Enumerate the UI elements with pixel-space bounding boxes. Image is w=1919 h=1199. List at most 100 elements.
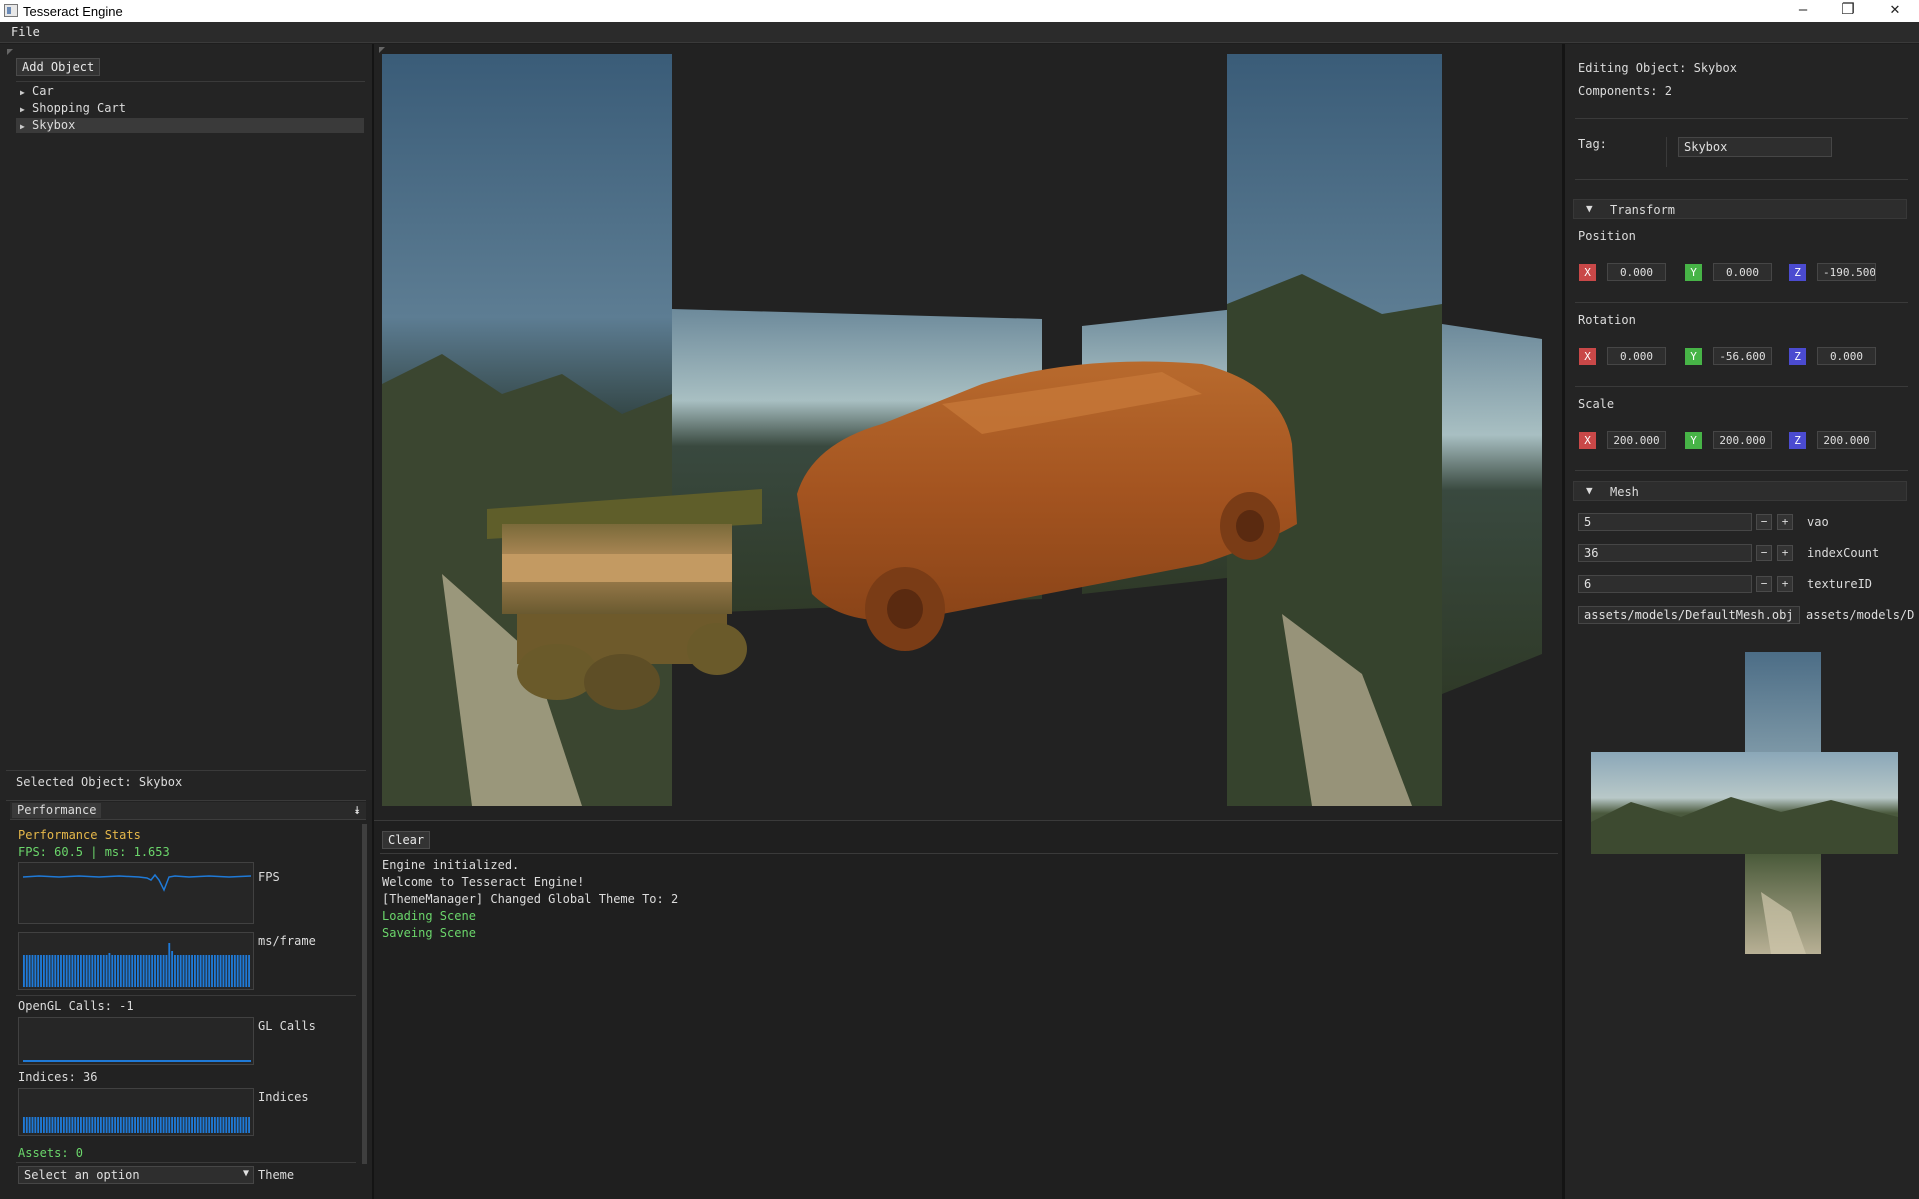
divider	[16, 81, 365, 82]
graph-bar	[108, 1117, 111, 1133]
rotation-y-field[interactable]: -56.600	[1713, 347, 1772, 365]
graph-bar	[62, 1117, 65, 1133]
tab-performance[interactable]: Performance	[12, 803, 102, 818]
graph-bar	[228, 955, 231, 987]
gl-calls-graph	[18, 1017, 254, 1065]
graph-bar	[40, 955, 42, 987]
scrollbar[interactable]	[362, 824, 367, 1164]
tree-item-skybox[interactable]: ▶ Skybox	[16, 118, 364, 133]
graph-bar	[80, 955, 82, 987]
graph-bar	[23, 955, 25, 987]
scale-z-field[interactable]: 200.000	[1817, 431, 1876, 449]
graph-bar	[88, 1117, 91, 1133]
index-count-field[interactable]: 36	[1578, 544, 1752, 562]
vao-increment-button[interactable]: +	[1777, 514, 1793, 530]
graph-bar	[233, 955, 236, 987]
graph-bar	[199, 955, 202, 987]
graph-bar	[97, 1117, 99, 1133]
performance-heading: Performance Stats	[18, 828, 141, 842]
graph-bar	[42, 1117, 45, 1133]
graph-bar	[57, 1117, 60, 1133]
indices-text: Indices: 36	[18, 1070, 98, 1084]
graph-bar	[225, 955, 228, 987]
graph-bar	[54, 1117, 57, 1133]
graph-bar	[228, 1117, 231, 1133]
graph-bar	[51, 1117, 54, 1133]
graph-bar	[23, 1117, 25, 1133]
ms-frame-graph	[18, 932, 254, 990]
graph-bar	[37, 1117, 40, 1133]
position-y-field[interactable]: 0.000	[1713, 263, 1772, 281]
scene-viewport[interactable]	[374, 44, 1562, 820]
mesh-header[interactable]: ▼ Mesh	[1573, 481, 1907, 501]
graph-bar	[128, 955, 131, 987]
fps-graph-label: FPS	[258, 870, 280, 884]
scale-x-axis: X	[1579, 432, 1596, 449]
graph-bar	[151, 955, 154, 987]
components-count-text: Components: 2	[1578, 84, 1672, 98]
menu-file[interactable]: File	[11, 25, 40, 39]
divider	[1575, 118, 1908, 119]
caret-right-icon: ▶	[20, 122, 25, 131]
position-x-field[interactable]: 0.000	[1607, 263, 1666, 281]
indices-graph	[18, 1088, 254, 1136]
graph-bar	[139, 955, 142, 987]
graph-bar	[219, 955, 222, 987]
texture-id-field[interactable]: 6	[1578, 575, 1752, 593]
minimize-icon[interactable]: –	[1780, 0, 1826, 22]
caret-down-icon: ▼	[1586, 202, 1593, 215]
tree-item-car[interactable]: ▶ Car	[20, 84, 365, 99]
fps-text: FPS: 60.5 | ms: 1.653	[18, 845, 170, 859]
vao-field[interactable]: 5	[1578, 513, 1752, 531]
clear-button[interactable]: Clear	[382, 831, 431, 849]
graph-bar	[31, 955, 34, 987]
close-icon[interactable]: ✕	[1872, 0, 1918, 22]
graph-bar	[99, 955, 102, 987]
position-z-field[interactable]: -190.500	[1817, 263, 1876, 281]
index-count-label: indexCount	[1807, 546, 1880, 560]
graph-bar	[45, 1117, 48, 1133]
graph-bar	[94, 1117, 97, 1133]
graph-bar	[182, 955, 185, 987]
texture-id-label: textureID	[1807, 577, 1873, 591]
graph-bar	[248, 1117, 250, 1133]
graph-bar	[108, 953, 111, 987]
graph-bar	[88, 955, 91, 987]
panel-menu-icon[interactable]: ⯯	[354, 804, 361, 818]
texture-id-decrement-button[interactable]: −	[1756, 576, 1772, 592]
texture-id-increment-button[interactable]: +	[1777, 576, 1793, 592]
add-object-button[interactable]: Add Object	[16, 58, 101, 76]
graph-bar	[216, 1117, 219, 1133]
rotation-x-field[interactable]: 0.000	[1607, 347, 1666, 365]
console-line: [ThemeManager] Changed Global Theme To: …	[382, 892, 679, 906]
graph-bar	[179, 955, 182, 987]
scale-y-field[interactable]: 200.000	[1713, 431, 1772, 449]
transform-header[interactable]: ▼ Transform	[1573, 199, 1907, 219]
rotation-z-field[interactable]: 0.000	[1817, 347, 1876, 365]
maximize-icon[interactable]: ❐	[1825, 0, 1871, 22]
console-line: Welcome to Tesseract Engine!	[382, 875, 585, 889]
graph-bar	[62, 955, 65, 987]
graph-bar	[117, 955, 119, 987]
console-line: Loading Scene	[382, 909, 476, 923]
index-count-decrement-button[interactable]: −	[1756, 545, 1772, 561]
graph-bar	[176, 955, 179, 987]
window-title: Tesseract Engine	[23, 4, 123, 19]
graph-bar	[74, 1117, 77, 1133]
console-log: Engine initialized. Welcome to Tesseract …	[382, 857, 678, 942]
graph-bar	[205, 1117, 208, 1133]
console-lines: Engine initialized. Welcome to Tesseract …	[382, 857, 678, 942]
mesh-path-field[interactable]: assets/models/DefaultMesh.obj	[1578, 606, 1800, 624]
scale-x-field[interactable]: 200.000	[1607, 431, 1666, 449]
index-count-increment-button[interactable]: +	[1777, 545, 1793, 561]
graph-bar	[48, 955, 51, 987]
tag-input[interactable]: Skybox	[1678, 137, 1832, 157]
graph-bar	[60, 1117, 62, 1133]
vao-decrement-button[interactable]: −	[1756, 514, 1772, 530]
tree-item-shopping-cart[interactable]: ▶ Shopping Cart	[20, 101, 365, 116]
graph-bar	[239, 1117, 242, 1133]
theme-select[interactable]: Select an option ▼	[18, 1166, 254, 1184]
graph-bar	[205, 955, 208, 987]
graph-bar	[122, 1117, 125, 1133]
scene-hierarchy-panel: Add Object ▶ Car ▶ Shopping Cart ▶ Skybox S…	[0, 44, 372, 800]
